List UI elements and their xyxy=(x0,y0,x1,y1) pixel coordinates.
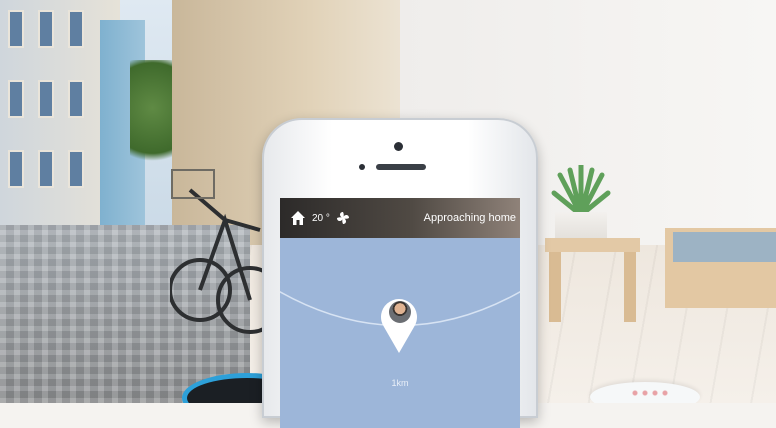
avatar xyxy=(389,301,411,323)
plant xyxy=(551,165,611,215)
tree xyxy=(130,60,175,180)
side-table xyxy=(545,238,640,323)
smartphone: 20 ° Approaching home 1km xyxy=(262,118,538,428)
front-camera xyxy=(394,142,403,151)
fan-icon[interactable] xyxy=(336,211,350,225)
status-message: Approaching home xyxy=(423,212,516,224)
temperature-readout: 20 ° xyxy=(312,212,330,224)
status-bar: 20 ° Approaching home xyxy=(280,198,520,238)
phone-screen: 20 ° Approaching home 1km xyxy=(280,198,520,428)
sofa xyxy=(665,228,776,308)
earpiece-speaker xyxy=(376,164,426,170)
sensor xyxy=(359,164,365,170)
distance-label: 1km xyxy=(391,378,409,388)
home-icon[interactable] xyxy=(290,210,306,226)
